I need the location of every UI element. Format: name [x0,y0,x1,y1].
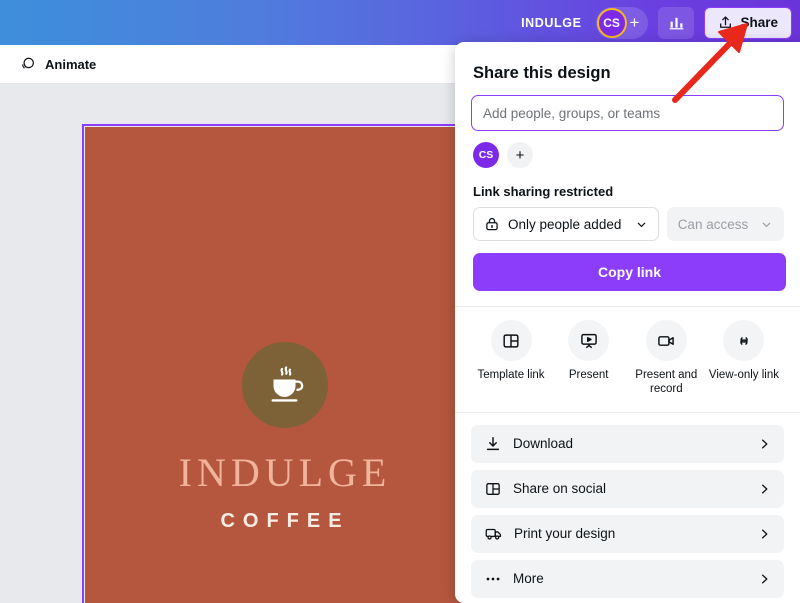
quick-action-label: Template link [477,369,545,381]
quick-action-template-link[interactable]: Template link [473,320,549,397]
chevron-right-icon [761,439,768,449]
quick-action-label: View-only link [708,369,780,381]
add-member-button[interactable]: + [507,142,533,168]
chevron-down-icon [637,222,646,227]
upload-icon [720,16,732,28]
link-access-select[interactable]: Only people added [473,207,659,241]
avatar[interactable]: CS [596,7,627,38]
add-collaborator-button[interactable]: + [630,14,640,31]
coffee-cup-icon [271,366,304,402]
quick-action-icon-wrap [645,320,687,361]
menu-item-share-on-social[interactable]: Share on social [471,469,784,508]
menu-item-more[interactable]: More [471,559,784,598]
lock-icon [486,217,498,231]
chevron-right-icon [761,484,768,494]
link-settings-row: Only people added Can access [473,207,784,241]
link-sharing-label: Link sharing restricted [473,184,614,199]
logo-badge[interactable] [242,342,328,428]
menu-item-label: Print your design [514,526,616,542]
menu-item-label: Download [513,436,574,452]
quick-action-label: Present [568,369,609,381]
social-grid-icon [486,482,500,495]
video-record-icon [658,335,675,346]
design-page-selection[interactable]: INDULGE COFFEE [82,124,488,603]
quick-action-present[interactable]: Present [551,320,627,397]
permission-select[interactable]: Can access [666,207,784,241]
bar-chart-icon [669,17,684,30]
quick-action-view-only-link[interactable]: View-only link [706,320,782,397]
member-avatar[interactable]: CS [473,142,499,168]
link-chain-icon [740,336,748,345]
avatar-pill[interactable]: CS + [595,6,649,39]
animate-button[interactable]: Animate [10,50,104,79]
menu-item-download[interactable]: Download [471,424,784,463]
top-bar: INDULGE CS + Share [0,0,800,45]
share-button-label: Share [740,15,778,30]
truck-icon [485,529,502,540]
shared-members-list: CS + [473,142,784,168]
dialog-divider-bottom [455,411,800,413]
canva-editor-window: INDULGE CS + Share Animate INDULGE COFFE… [0,0,800,603]
ellipsis-icon [486,577,500,581]
chevron-right-icon [761,529,768,539]
brand-subtitle-text[interactable]: COFFEE [220,510,349,533]
template-link-icon [503,333,519,348]
quick-action-icon-wrap [723,320,765,361]
download-icon [486,436,500,450]
menu-item-label: More [513,571,544,587]
brand-name-text[interactable]: INDULGE [179,449,392,496]
share-dialog-title: Share this design [473,64,611,82]
collaborators-group[interactable]: CS + [595,6,649,39]
design-page[interactable]: INDULGE COFFEE [85,127,485,603]
add-people-input[interactable] [471,95,784,131]
present-icon [580,333,597,348]
insights-button[interactable] [658,6,695,39]
quick-actions-row: Template link Present Present and record… [471,307,784,397]
share-button[interactable]: Share [704,6,792,39]
share-menu-list: Download Share on social Print your desi… [471,424,784,598]
document-title: INDULGE [521,15,582,30]
menu-item-print-your-design[interactable]: Print your design [471,514,784,553]
menu-item-label: Share on social [513,481,607,497]
quick-action-icon-wrap [568,320,610,361]
quick-action-icon-wrap [490,320,532,361]
quick-action-label: Present and record [635,369,698,396]
copy-link-button[interactable]: Copy link [473,253,786,291]
share-dialog: Share this design CS + Link sharing rest… [455,42,800,603]
chevron-right-icon [761,574,768,584]
animate-label: Animate [45,56,97,72]
animate-circles-icon [22,57,34,68]
chevron-down-icon [762,222,771,227]
link-access-value: Only people added [508,216,622,232]
quick-action-present-and-record[interactable]: Present and record [628,320,704,397]
permission-value: Can access [677,216,749,232]
